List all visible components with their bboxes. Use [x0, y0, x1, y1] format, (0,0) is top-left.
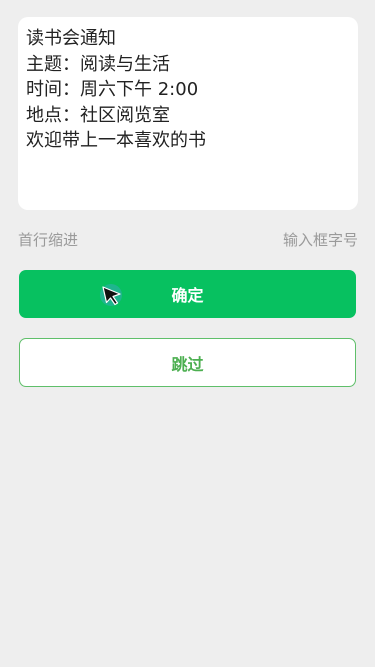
skip-button-label: 跳过 [171, 354, 204, 374]
mouse-pointer-icon [100, 284, 122, 306]
first-line-indent-option[interactable]: 首行缩进 [18, 229, 78, 251]
editor-line: 主题：阅读与生活 [26, 53, 170, 75]
editor-line: 欢迎带上一本喜欢的书 [26, 130, 206, 151]
confirm-button-label: 确定 [171, 286, 204, 305]
confirm-button[interactable]: 确定 [19, 270, 356, 318]
editor-line: 时间：周六下午 2:00 [26, 79, 199, 100]
text-editor[interactable]: 读书会通知 主题：阅读与生活 时间：周六下午 2:00 地点：社区阅览室 欢迎带… [18, 17, 358, 210]
editor-line: 读书会通知 [26, 28, 116, 49]
editor-options: 首行缩进 输入框字号 [18, 229, 358, 251]
skip-button[interactable]: 跳过 [19, 338, 356, 387]
input-font-size-option[interactable]: 输入框字号 [283, 229, 358, 251]
editor-line: 地点：社区阅览室 [26, 104, 170, 126]
